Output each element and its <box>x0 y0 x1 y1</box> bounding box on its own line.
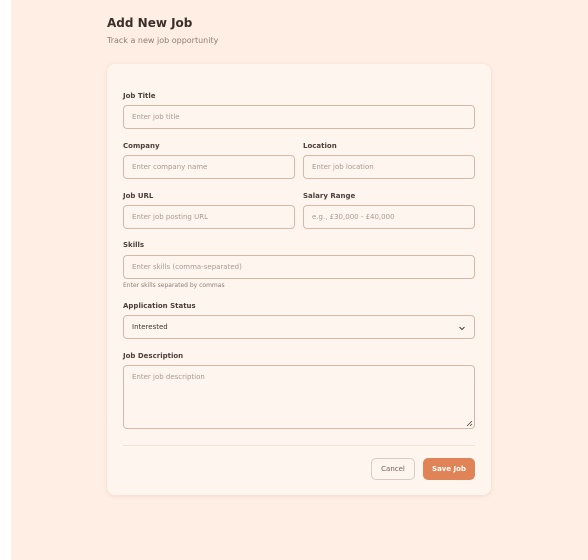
skills-hint: Enter skills separated by commas <box>123 282 225 289</box>
form-divider <box>123 445 475 446</box>
location-placeholder: Enter job location <box>312 163 374 171</box>
chevron-down-icon <box>459 326 465 331</box>
job-title-input[interactable]: Enter job title <box>123 105 475 129</box>
page-title: Add New Job <box>107 16 193 30</box>
page-background: Add New Job Track a new job opportunity … <box>11 0 588 560</box>
cancel-button[interactable]: Cancel <box>371 458 415 480</box>
job-description-label: Job Description <box>123 352 184 360</box>
save-job-button[interactable]: Save Job <box>423 458 475 480</box>
company-label: Company <box>123 142 160 150</box>
job-url-input[interactable]: Enter job posting URL <box>123 205 295 229</box>
location-label: Location <box>303 142 337 150</box>
company-placeholder: Enter company name <box>132 163 208 171</box>
skills-placeholder: Enter skills (comma-separated) <box>132 263 242 271</box>
page-header: Add New Job Track a new job opportunity <box>107 15 218 46</box>
job-url-label: Job URL <box>123 192 154 200</box>
application-status-label: Application Status <box>123 302 196 310</box>
application-status-select[interactable]: Interested <box>123 315 475 339</box>
job-description-placeholder: Enter job description <box>132 373 205 381</box>
salary-range-input[interactable]: e.g., £30,000 - £40,000 <box>303 205 475 229</box>
add-job-form-card: Job Title Enter job title Company Enter … <box>107 64 491 495</box>
job-title-label: Job Title <box>123 92 156 100</box>
salary-range-label: Salary Range <box>303 192 356 200</box>
location-input[interactable]: Enter job location <box>303 155 475 179</box>
skills-input[interactable]: Enter skills (comma-separated) <box>123 255 475 279</box>
company-input[interactable]: Enter company name <box>123 155 295 179</box>
job-url-placeholder: Enter job posting URL <box>132 213 208 221</box>
job-title-placeholder: Enter job title <box>132 113 180 121</box>
resize-handle-icon[interactable] <box>465 419 473 427</box>
page-subtitle: Track a new job opportunity <box>107 36 219 45</box>
application-status-value: Interested <box>132 323 168 331</box>
salary-range-placeholder: e.g., £30,000 - £40,000 <box>312 213 395 221</box>
skills-label: Skills <box>123 241 145 249</box>
job-description-textarea[interactable]: Enter job description <box>123 365 475 429</box>
